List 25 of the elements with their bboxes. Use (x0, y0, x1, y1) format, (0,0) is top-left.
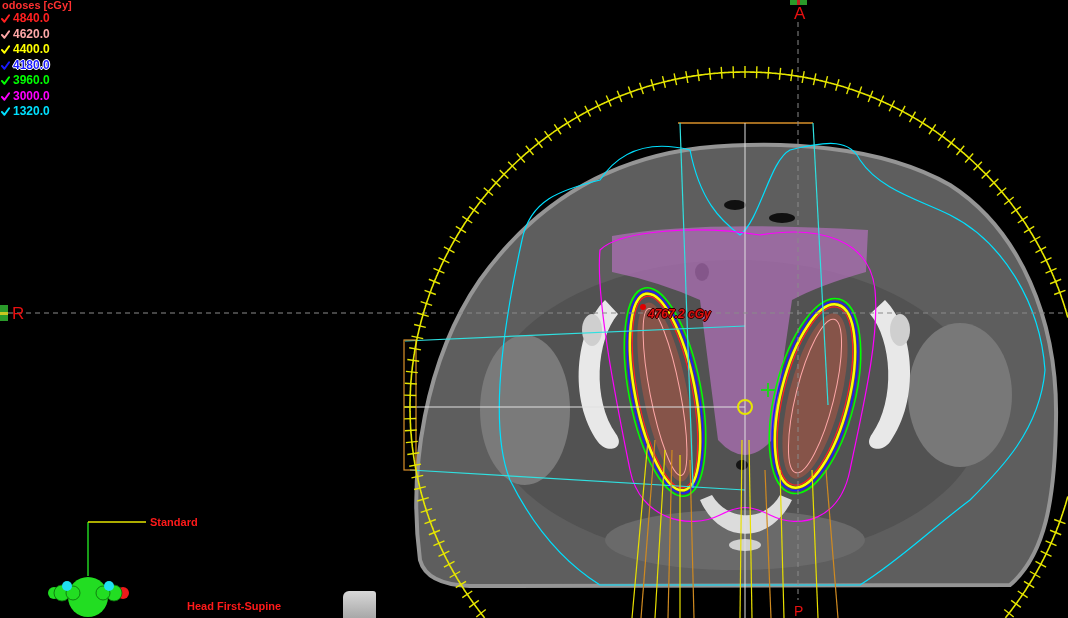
thumbnail-tile (343, 591, 376, 618)
view-label: Standard (150, 516, 198, 529)
ring-marker-icon (737, 399, 753, 415)
isodose-value: 3000.0 (13, 89, 50, 103)
anterior-label: A (794, 5, 806, 22)
plus-marker-icon (760, 382, 776, 398)
isodose-value: 1320.0 (13, 105, 50, 119)
leader-line (87, 521, 147, 577)
legend-title: odoses [cGy] (1, 0, 72, 11)
patient-position-label: Head First-Supine (187, 600, 282, 613)
bar-marker-icon (0, 305, 8, 321)
checkmark-icon[interactable] (1, 14, 10, 24)
bar-marker-icon (790, 0, 807, 5)
isodose-value: 4840.0 (13, 12, 50, 26)
isodose-value: 4620.0 (13, 27, 50, 41)
checkmark-icon[interactable] (1, 29, 10, 39)
patient-orientation-icon (48, 577, 129, 617)
isodose-value: 4180.0 (13, 58, 50, 72)
dot-marker-icon (640, 304, 646, 310)
checkmark-icon[interactable] (1, 60, 10, 70)
isodose-value: 3960.0 (13, 74, 50, 88)
right-label: R (12, 305, 25, 322)
isodose-value: 4400.0 (13, 43, 50, 57)
checkmark-icon[interactable] (1, 91, 10, 101)
posterior-label: P (794, 604, 804, 618)
